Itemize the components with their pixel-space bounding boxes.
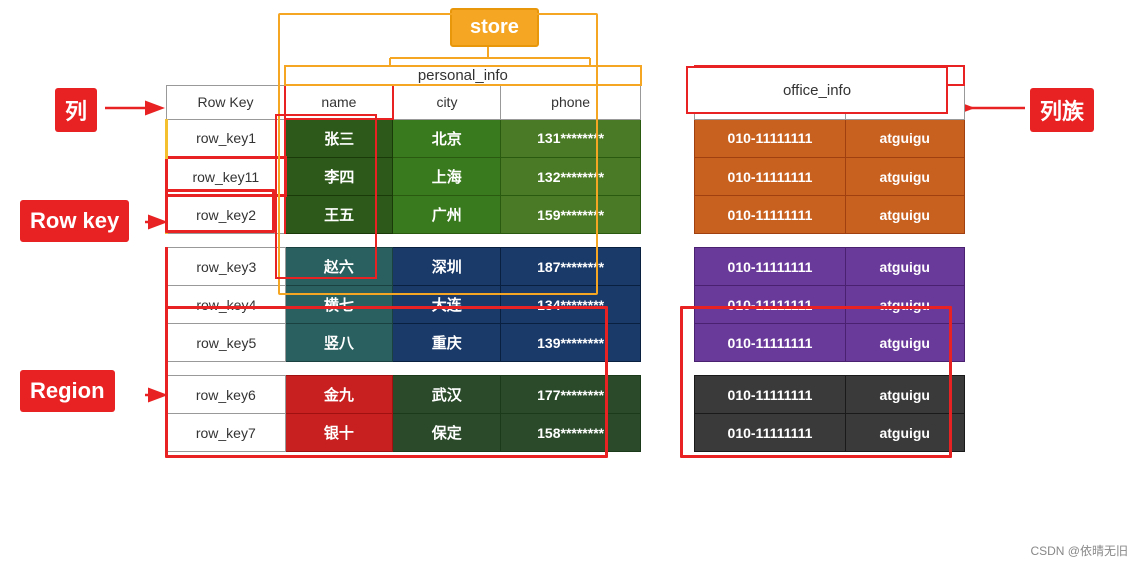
table-row: row_key7 银十 保定 158******** 010-11111111 … — [167, 414, 965, 452]
personal-info-header: personal_info — [285, 66, 641, 85]
col-address-header: address — [845, 85, 964, 119]
col-phone-header: phone — [501, 85, 641, 119]
col-city-header: city — [393, 85, 501, 119]
table-row: row_key3 赵六 深圳 187******** 010-11111111 … — [167, 248, 965, 286]
table-row: row_key6 金九 武汉 177******** 010-11111111 … — [167, 376, 965, 414]
region-label: Region — [20, 370, 115, 412]
rowkey-label: Row key — [20, 200, 129, 242]
table-row: row_key5 竖八 重庆 139******** 010-11111111 … — [167, 324, 965, 362]
col-tel-header: tel — [695, 85, 846, 119]
table-row: row_key11 李四 上海 132******** 010-11111111… — [167, 158, 965, 196]
table-row: row_key2 王五 广州 159******** 010-11111111 … — [167, 196, 965, 234]
col-name-header: name — [285, 85, 393, 119]
office-info-header: office_info — [695, 66, 964, 85]
col-rowkey-header: Row Key — [167, 85, 286, 119]
table-row: row_key4 横七 大连 134******** 010-11111111 … — [167, 286, 965, 324]
lie-label: 列 — [55, 88, 97, 132]
diagram-container: 列 列族 Row key Region store personal_info — [0, 0, 1140, 567]
table-row: row_key1 张三 北京 131******** 010-11111111 … — [167, 119, 965, 158]
store-label: store — [450, 8, 539, 47]
liezi-label: 列族 — [1030, 88, 1094, 132]
watermark: CSDN @依晴无旧 — [1030, 542, 1128, 559]
